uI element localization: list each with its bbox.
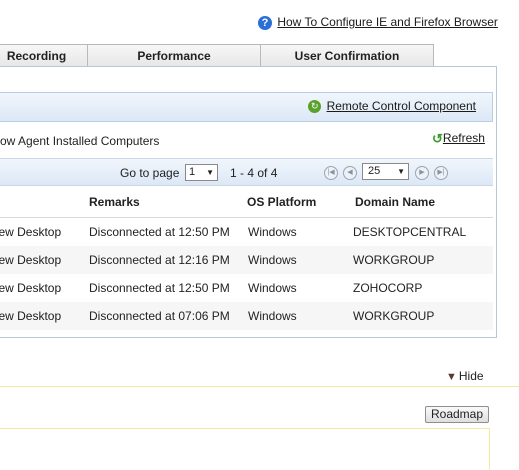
tab-performance[interactable]: Performance <box>87 44 261 67</box>
page-select[interactable]: 1 ▼ <box>185 164 218 181</box>
os-cell: Windows <box>248 225 297 239</box>
view-desktop-link[interactable]: View Desktop <box>0 225 61 239</box>
os-cell: Windows <box>248 281 297 295</box>
view-desktop-link[interactable]: View Desktop <box>0 309 61 323</box>
view-desktop-link[interactable]: View Desktop <box>0 253 61 267</box>
refresh-link-container[interactable]: ↺Refresh <box>432 131 485 147</box>
goto-page-label: Go to page <box>120 166 180 180</box>
refresh-icon: ↺ <box>432 131 443 146</box>
divider <box>0 428 490 429</box>
page-size-select[interactable]: 25 ▼ <box>362 163 409 180</box>
domain-cell: WORKGROUP <box>353 309 435 323</box>
configure-browser-link[interactable]: How To Configure IE and Firefox Browser <box>277 15 498 29</box>
divider <box>489 428 490 470</box>
first-page-icon[interactable]: |◀ <box>324 166 338 180</box>
tab-performance-label: Performance <box>137 49 211 63</box>
os-cell: Windows <box>248 253 297 267</box>
table-row: View Desktop Disconnected at 12:50 PM Wi… <box>0 274 493 302</box>
component-bar: ↻ Remote Control Component <box>0 92 493 122</box>
page-size-value: 25 <box>368 165 381 177</box>
os-cell: Windows <box>248 309 297 323</box>
last-page-icon[interactable]: ▶| <box>434 166 448 180</box>
table-row: View Desktop Disconnected at 12:50 PM Wi… <box>0 218 493 246</box>
chevron-down-icon: ▼ <box>206 168 214 177</box>
triangle-down-icon: ▼ <box>446 371 457 383</box>
page-range-text: 1 - 4 of 4 <box>230 166 278 180</box>
remarks-cell: Disconnected at 12:50 PM <box>89 225 230 239</box>
hide-label: Hide <box>458 369 484 383</box>
divider <box>0 386 519 387</box>
roadmap-button[interactable]: Roadmap <box>425 406 489 423</box>
tab-user-confirmation-label: User Confirmation <box>294 49 400 63</box>
column-header-remarks[interactable]: Remarks <box>89 195 140 209</box>
remote-control-component-link[interactable]: Remote Control Component <box>327 99 476 113</box>
domain-cell: WORKGROUP <box>353 253 435 267</box>
next-page-icon[interactable]: ▶ <box>415 166 429 180</box>
table-row: View Desktop Disconnected at 07:06 PM Wi… <box>0 302 493 330</box>
chevron-down-icon: ▼ <box>397 167 405 176</box>
domain-cell: DESKTOPCENTRAL <box>353 225 467 239</box>
tab-recording-label: Recording <box>6 49 67 63</box>
remarks-cell: Disconnected at 12:50 PM <box>89 281 230 295</box>
remarks-cell: Disconnected at 07:06 PM <box>89 309 230 323</box>
help-icon: ? <box>258 16 272 30</box>
hide-toggle[interactable]: ▼ Hide <box>446 369 484 383</box>
page-select-value: 1 <box>189 166 196 178</box>
column-header-domain-name[interactable]: Domain Name <box>355 195 435 209</box>
column-header-os-platform[interactable]: OS Platform <box>247 195 316 209</box>
remote-control-icon: ↻ <box>308 100 322 114</box>
tab-user-confirmation[interactable]: User Confirmation <box>260 44 434 67</box>
view-desktop-link[interactable]: View Desktop <box>0 281 61 295</box>
view-label: ow Agent Installed Computers <box>0 134 160 148</box>
help-link-container[interactable]: ? How To Configure IE and Firefox Browse… <box>258 15 498 30</box>
refresh-link[interactable]: Refresh <box>443 131 485 145</box>
prev-page-icon[interactable]: ◀ <box>343 166 357 180</box>
domain-cell: ZOHOCORP <box>353 281 423 295</box>
table-row: View Desktop Disconnected at 12:16 PM Wi… <box>0 246 493 274</box>
remote-control-component-link-container[interactable]: ↻ Remote Control Component <box>308 99 476 114</box>
remarks-cell: Disconnected at 12:16 PM <box>89 253 230 267</box>
tab-recording[interactable]: Recording <box>0 44 89 67</box>
